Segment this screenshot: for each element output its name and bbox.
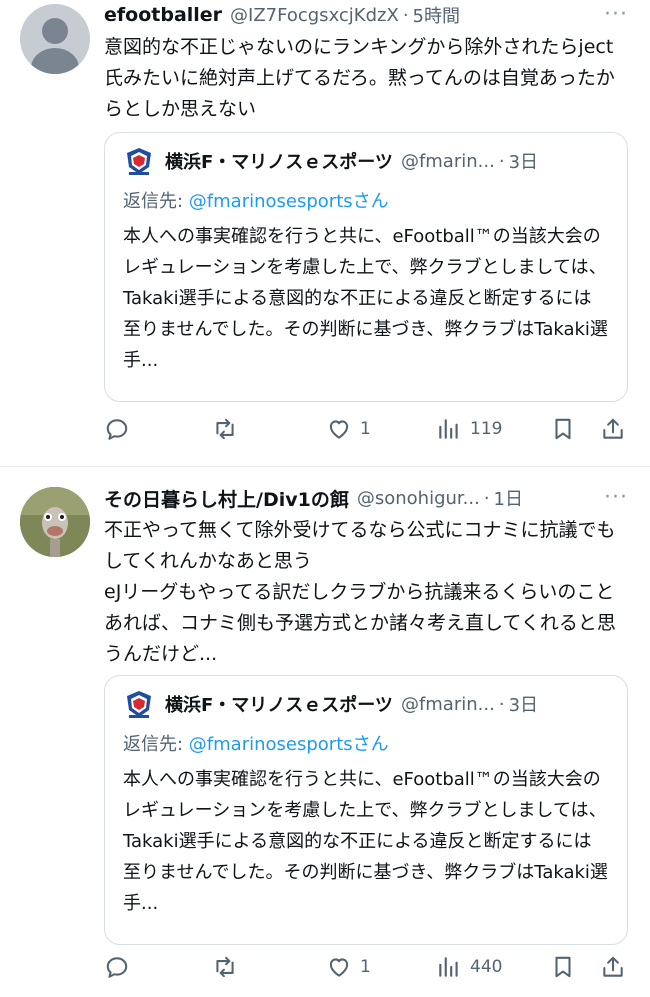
default-avatar-body <box>31 48 79 74</box>
timestamp[interactable]: 5時間 <box>413 2 460 28</box>
quoted-timestamp: 3日 <box>508 152 539 173</box>
marinos-logo-icon <box>127 148 151 175</box>
quoted-tweet-text: 本人への事実確認を行うと共に、eFootball™の当該大会のレギュレーションを… <box>123 769 608 914</box>
tweet-text: 不正やって無くて除外受けてるなら公式にコナミに抗議でもしてくれんかなあと思う e… <box>104 519 616 665</box>
reply-mention-link[interactable]: @fmarinosesports <box>189 734 353 755</box>
like-count: 1 <box>360 419 371 439</box>
bookmark-icon <box>555 418 571 440</box>
tweet-actions: 1 440 <box>104 952 628 982</box>
quoted-user-handle: @fmarin... <box>400 150 495 172</box>
quoted-tweet-header: 横浜F・マリノスｅスポーツ @fmarin... · 3日 <box>123 690 609 718</box>
tweet-content: その日暮らし村上/Div1の餌 @sonohigur... · 1日 ··· 不… <box>104 483 628 945</box>
tweet-header: その日暮らし村上/Div1の餌 @sonohigur... · 1日 <box>104 483 628 513</box>
quoted-tweet-text: 本人への事実確認を行うと共に、eFootball™の当該大会のレギュレーションを… <box>123 226 608 371</box>
more-icon[interactable]: ··· <box>604 485 628 510</box>
separator-dot: · <box>498 693 505 715</box>
quoted-timestamp: 3日 <box>508 695 539 716</box>
retweet-button[interactable] <box>212 416 238 442</box>
like-count: 1 <box>360 957 371 977</box>
quoted-display-name: 横浜F・マリノスｅスポーツ <box>165 695 393 716</box>
tweet-text: 意図的な不正じゃないのにランキングから除外されたらject氏みたいに絶対声上げて… <box>104 36 615 120</box>
tweet-actions: 1 119 <box>104 414 628 444</box>
share-icon <box>603 418 623 439</box>
more-icon[interactable]: ··· <box>604 2 628 27</box>
separator-dot: · <box>402 4 409 26</box>
quoted-user-handle: @fmarin... <box>400 693 495 715</box>
tweet-header: efootballer @IZ7FocgsxcjKdzX · 5時間 <box>104 0 628 30</box>
reply-suffix: さん <box>352 191 389 212</box>
reply-icon <box>106 957 128 978</box>
tweet-content: efootballer @IZ7FocgsxcjKdzX · 5時間 ··· 意… <box>104 0 628 402</box>
avatar[interactable] <box>20 4 90 74</box>
retweet-icon <box>216 418 234 440</box>
bookmark-button[interactable] <box>550 416 576 442</box>
views-icon <box>439 957 458 977</box>
tweet[interactable]: efootballer @IZ7FocgsxcjKdzX · 5時間 ··· 意… <box>0 0 650 466</box>
tweet[interactable]: その日暮らし村上/Div1の餌 @sonohigur... · 1日 ··· 不… <box>0 467 650 997</box>
bookmark-icon <box>555 956 571 978</box>
share-icon <box>603 956 623 977</box>
quoted-display-name: 横浜F・マリノスｅスポーツ <box>165 152 393 173</box>
retweet-icon <box>216 956 234 978</box>
reply-mention-link[interactable]: @fmarinosesports <box>189 191 353 212</box>
user-handle[interactable]: @IZ7FocgsxcjKdzX <box>230 5 399 26</box>
default-avatar-head <box>42 18 68 44</box>
separator-dot: · <box>498 150 505 172</box>
reply-icon <box>106 419 128 440</box>
retweet-button[interactable] <box>212 954 238 980</box>
reply-context: 返信先: @fmarinosesportsさん <box>123 187 609 217</box>
reply-prefix: 返信先: <box>123 734 189 755</box>
reply-button[interactable] <box>104 416 130 442</box>
view-count: 440 <box>470 957 503 977</box>
marinos-logo-icon <box>127 691 151 718</box>
bookmark-button[interactable] <box>550 954 576 980</box>
display-name[interactable]: efootballer <box>104 4 222 26</box>
ostrich-avatar-image <box>20 487 90 557</box>
views-button[interactable]: 119 <box>436 416 502 442</box>
display-name[interactable]: その日暮らし村上/Div1の餌 <box>104 485 349 512</box>
like-icon <box>329 958 349 977</box>
timestamp[interactable]: 1日 <box>494 485 523 511</box>
user-handle[interactable]: @sonohigur... <box>357 488 480 509</box>
reply-button[interactable] <box>104 954 130 980</box>
like-icon <box>329 420 349 439</box>
views-icon <box>439 419 458 439</box>
share-button[interactable] <box>600 416 626 442</box>
like-button[interactable]: 1 <box>326 416 371 442</box>
avatar[interactable] <box>20 487 90 557</box>
reply-suffix: さん <box>352 734 389 755</box>
reply-context: 返信先: @fmarinosesportsさん <box>123 730 609 760</box>
quoted-tweet[interactable]: 横浜F・マリノスｅスポーツ @fmarin... · 3日 返信先: @fmar… <box>104 675 628 945</box>
quoted-tweet[interactable]: 横浜F・マリノスｅスポーツ @fmarin... · 3日 返信先: @fmar… <box>104 132 628 402</box>
quoted-tweet-header: 横浜F・マリノスｅスポーツ @fmarin... · 3日 <box>123 147 609 175</box>
view-count: 119 <box>470 419 503 439</box>
share-button[interactable] <box>600 954 626 980</box>
like-button[interactable]: 1 <box>326 954 371 980</box>
separator-dot: · <box>483 487 490 509</box>
reply-prefix: 返信先: <box>123 191 189 212</box>
views-button[interactable]: 440 <box>436 954 502 980</box>
